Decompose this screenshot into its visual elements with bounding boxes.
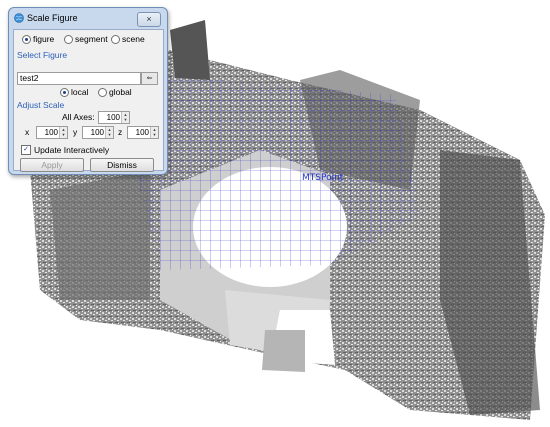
y-scale-spinner[interactable]: 100 ▲ ▼ [82,126,114,139]
pick-figure-button[interactable]: ⇐ [141,72,158,85]
radio-global[interactable]: global [98,87,132,97]
select-figure-heading: Select Figure [17,50,68,60]
all-axes-label: All Axes: [62,112,95,122]
x-label: x [25,127,30,137]
y-label: y [73,127,78,137]
dialog-title-bar[interactable]: Scale Figure × [9,8,167,28]
all-axes-spinner[interactable]: 100 ▲ ▼ [98,111,130,124]
adjust-scale-heading: Adjust Scale [17,100,65,110]
radio-local-dot[interactable] [60,87,69,97]
radio-scene-dot[interactable] [111,34,120,44]
radio-local-label: local [71,87,89,97]
scale-figure-dialog: Scale Figure × figure segment scene Sele… [8,7,168,175]
dialog-title: Scale Figure [27,13,78,23]
radio-segment-label: segment [75,34,108,44]
scene-point-label: MTSPoint [302,173,344,183]
radio-scene-label: scene [122,34,145,44]
radio-local[interactable]: local [60,87,88,97]
close-button[interactable]: × [137,12,161,27]
x-scale-value: 100 [44,128,58,137]
figure-name-field[interactable]: test2 [17,72,141,85]
spinner-arrows-icon[interactable]: ▲ ▼ [59,127,67,138]
radio-figure-dot[interactable] [22,34,31,44]
spinner-arrows-icon[interactable]: ▲ ▼ [105,127,113,138]
radio-segment-dot[interactable] [64,34,73,44]
globe-icon [14,13,24,23]
spinner-arrows-icon[interactable]: ▲ ▼ [150,127,158,138]
radio-figure-label: figure [33,34,55,44]
checkmark-icon[interactable]: ✓ [21,145,31,155]
radio-scene[interactable]: scene [111,34,145,44]
update-interactively-label: Update Interactively [34,145,110,155]
radio-global-dot[interactable] [98,87,107,97]
z-scale-spinner[interactable]: 100 ▲ ▼ [127,126,159,139]
dismiss-button[interactable]: Dismiss [90,158,154,172]
spinner-arrows-icon[interactable]: ▲ ▼ [121,112,129,123]
z-label: z [118,127,123,137]
apply-button[interactable]: Apply [20,158,84,172]
z-scale-value: 100 [135,128,149,137]
all-axes-value: 100 [106,113,120,122]
radio-figure[interactable]: figure [22,34,54,44]
update-interactively-checkbox[interactable]: ✓ Update Interactively [21,145,109,155]
dialog-body: figure segment scene Select Figure test2… [13,29,164,172]
radio-segment[interactable]: segment [64,34,108,44]
radio-global-label: global [109,87,132,97]
x-scale-spinner[interactable]: 100 ▲ ▼ [36,126,68,139]
y-scale-value: 100 [90,128,104,137]
